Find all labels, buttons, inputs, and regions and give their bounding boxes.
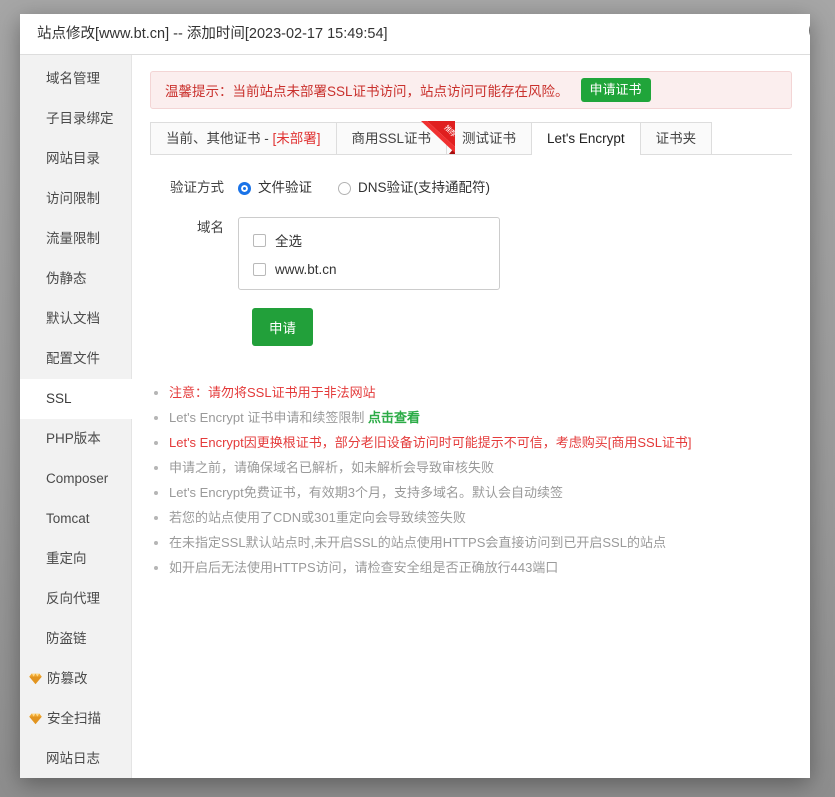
sidebar-item-14[interactable]: 防盗链 (20, 619, 131, 659)
letsencrypt-form: 验证方式 文件验证DNS验证(支持通配符) 域名 全选www.bt.cn 申请 … (150, 155, 792, 580)
sidebar-item-label: 网站日志 (46, 751, 100, 766)
sidebar-item-9[interactable]: PHP版本 (20, 419, 131, 459)
sidebar-item-2[interactable]: 网站目录 (20, 139, 131, 179)
sidebar-item-label: PHP版本 (46, 431, 101, 446)
checkbox-indicator[interactable] (253, 234, 266, 247)
verify-method-row: 验证方式 文件验证 DNS验证(支持通配符) (150, 177, 792, 199)
sidebar-item-6[interactable]: 默认文档 (20, 299, 131, 339)
note-link[interactable]: 点击查看 (368, 410, 420, 425)
note-item-1: Let's Encrypt 证书申请和续签限制 点击查看 (150, 405, 792, 430)
sidebar-item-4[interactable]: 流量限制 (20, 219, 131, 259)
note-item-3: 申请之前，请确保域名已解析，如未解析会导致审核失败 (150, 455, 792, 480)
tab-label: 测试证书 (462, 131, 516, 146)
sidebar-item-label: 反向代理 (46, 591, 100, 606)
dialog-title: 站点修改[www.bt.cn] -- 添加时间[2023-02-17 15:49… (20, 14, 810, 55)
sidebar-item-1[interactable]: 子目录绑定 (20, 99, 131, 139)
sidebar-item-0[interactable]: 域名管理 (20, 59, 131, 99)
tab-3[interactable]: Let's Encrypt (531, 122, 641, 154)
verify-radio-0[interactable]: 文件验证 (238, 177, 312, 199)
verify-radio-label: DNS验证(支持通配符) (358, 177, 490, 199)
sidebar-item-label: 配置文件 (46, 351, 100, 366)
tab-label: Let's Encrypt (547, 131, 625, 146)
sidebar-item-label: 防篡改 (47, 671, 88, 686)
site-edit-dialog: 站点修改[www.bt.cn] -- 添加时间[2023-02-17 15:49… (20, 14, 810, 778)
radio-indicator[interactable] (338, 182, 351, 195)
ssl-warning-banner: 温馨提示：当前站点未部署SSL证书访问，站点访问可能存在风险。 申请证书 (150, 71, 792, 109)
sidebar-item-17[interactable]: 网站日志 (20, 739, 131, 778)
sidebar-item-label: Composer (46, 471, 108, 486)
sidebar-item-label: 访问限制 (46, 191, 100, 206)
apply-certificate-button[interactable]: 申请证书 (581, 78, 651, 103)
note-text: Let's Encrypt免费证书，有效期3个月，支持多域名。默认会自动续签 (169, 485, 563, 500)
tab-2[interactable]: 测试证书 (446, 122, 532, 154)
sidebar-item-10[interactable]: Composer (20, 459, 131, 499)
domain-checkbox-list: 全选 www.bt.cn (238, 217, 500, 290)
tab-label: 证书夹 (656, 131, 697, 146)
warning-text: 温馨提示：当前站点未部署SSL证书访问，站点访问可能存在风险。 (165, 80, 569, 100)
note-text: 注意：请勿将SSL证书用于非法网站 (169, 385, 376, 400)
sidebar-item-13[interactable]: 反向代理 (20, 579, 131, 619)
note-text: Let's Encrypt因更换根证书，部分老旧设备访问时可能提示不可信，考虑购… (169, 435, 692, 450)
sidebar-item-7[interactable]: 配置文件 (20, 339, 131, 379)
verify-method-radio-group: 文件验证 DNS验证(支持通配符) (238, 177, 516, 199)
sidebar-item-8[interactable]: SSL (20, 379, 132, 419)
domain-checkbox-label: www.bt.cn (275, 262, 337, 277)
sidebar-item-label: 域名管理 (46, 71, 100, 86)
dialog-body: 域名管理子目录绑定网站目录访问限制流量限制伪静态默认文档配置文件 SSL PHP版本… (20, 55, 810, 778)
apply-row: 申请 (150, 308, 792, 346)
checkbox-indicator[interactable] (253, 263, 266, 276)
note-item-4: Let's Encrypt免费证书，有效期3个月，支持多域名。默认会自动续签 (150, 480, 792, 505)
sidebar-item-label: 流量限制 (46, 231, 100, 246)
note-text: 如开启后无法使用HTTPS访问，请检查安全组是否正确放行443端口 (169, 560, 558, 575)
tab-1[interactable]: 商用SSL证书推荐 (336, 122, 448, 154)
note-text: 申请之前，请确保域名已解析，如未解析会导致审核失败 (169, 460, 494, 475)
note-text: 若您的站点使用了CDN或301重定向会导致续签失败 (169, 510, 466, 525)
sidebar-item-label: 重定向 (46, 551, 87, 566)
sidebar-item-3[interactable]: 访问限制 (20, 179, 131, 219)
sidebar: 域名管理子目录绑定网站目录访问限制流量限制伪静态默认文档配置文件 SSL PHP版本… (20, 55, 132, 778)
tab-status-badge: [未部署] (273, 131, 321, 146)
sidebar-item-label: SSL (46, 391, 72, 406)
sidebar-item-16[interactable]: 安全扫描 (20, 699, 131, 739)
gem-icon (28, 712, 43, 725)
sidebar-item-11[interactable]: Tomcat (20, 499, 131, 539)
domain-checkbox-1[interactable]: www.bt.cn (253, 262, 485, 277)
domain-checkbox-0[interactable]: 全选 (253, 230, 485, 250)
sidebar-item-label: 网站目录 (46, 151, 100, 166)
sidebar-item-12[interactable]: 重定向 (20, 539, 131, 579)
sidebar-item-label: Tomcat (46, 511, 90, 526)
sidebar-item-label: 默认文档 (46, 311, 100, 326)
apply-button[interactable]: 申请 (252, 308, 313, 346)
radio-indicator[interactable] (238, 182, 251, 195)
notes-list: 注意：请勿将SSL证书用于非法网站 Let's Encrypt 证书申请和续签限制… (150, 380, 792, 580)
tab-4[interactable]: 证书夹 (640, 122, 713, 154)
main-panel: 温馨提示：当前站点未部署SSL证书访问，站点访问可能存在风险。 申请证书 当前、… (132, 55, 810, 778)
gem-icon (28, 672, 43, 685)
sidebar-item-5[interactable]: 伪静态 (20, 259, 131, 299)
verify-radio-label: 文件验证 (258, 177, 312, 199)
sidebar-item-label: 子目录绑定 (46, 111, 114, 126)
sidebar-item-15[interactable]: 防篡改 (20, 659, 131, 699)
domain-checkbox-label: 全选 (275, 230, 302, 250)
sidebar-item-label: 伪静态 (46, 271, 87, 286)
note-item-5: 若您的站点使用了CDN或301重定向会导致续签失败 (150, 505, 792, 530)
note-text: Let's Encrypt 证书申请和续签限制 (169, 410, 368, 425)
note-item-2: Let's Encrypt因更换根证书，部分老旧设备访问时可能提示不可信，考虑购… (150, 430, 792, 455)
sidebar-item-label: 安全扫描 (47, 711, 101, 726)
verify-radio-1[interactable]: DNS验证(支持通配符) (338, 177, 490, 199)
tab-0[interactable]: 当前、其他证书 - [未部署] (150, 122, 337, 154)
certificate-tabs: 当前、其他证书 - [未部署]商用SSL证书推荐测试证书Let's Encryp… (150, 122, 792, 155)
domain-label: 域名 (150, 217, 238, 239)
tab-label: 当前、其他证书 - (166, 131, 273, 146)
sidebar-item-label: 防盗链 (46, 631, 87, 646)
domain-row: 域名 全选 www.bt.cn (150, 217, 792, 290)
note-item-7: 如开启后无法使用HTTPS访问，请检查安全组是否正确放行443端口 (150, 555, 792, 580)
note-item-0: 注意：请勿将SSL证书用于非法网站 (150, 380, 792, 405)
tab-label: 商用SSL证书 (352, 131, 432, 146)
note-item-6: 在未指定SSL默认站点时,未开启SSL的站点使用HTTPS会直接访问到已开启SS… (150, 530, 792, 555)
note-text: 在未指定SSL默认站点时,未开启SSL的站点使用HTTPS会直接访问到已开启SS… (169, 535, 666, 550)
verify-method-label: 验证方式 (150, 177, 238, 199)
